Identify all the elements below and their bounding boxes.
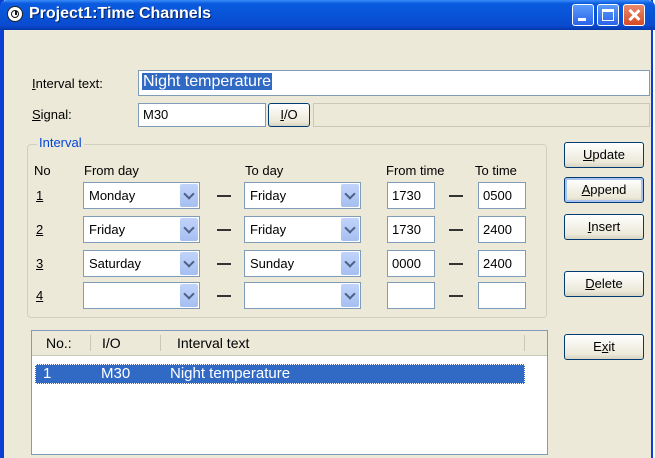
time-channels-window: Project1:Time Channels Interval text: Ni…	[0, 0, 655, 458]
chevron-down-icon[interactable]	[341, 218, 359, 241]
chevron-down-icon[interactable]	[341, 184, 359, 207]
from-time-input[interactable]	[387, 282, 435, 309]
from-day-select[interactable]: Saturday	[83, 250, 200, 277]
header-no: No	[34, 163, 51, 178]
range-dash	[217, 195, 231, 197]
signal-input[interactable]: M30	[138, 103, 266, 127]
chevron-down-icon[interactable]	[341, 252, 359, 275]
header-to-day: To day	[245, 163, 284, 178]
window-title: Project1:Time Channels	[29, 5, 211, 22]
row-number: 1	[36, 188, 44, 203]
insert-button[interactable]: Insert	[564, 214, 644, 240]
minimize-button[interactable]	[572, 4, 594, 26]
header-from-day: From day	[84, 163, 139, 178]
from-time-input[interactable]: 1730	[387, 182, 435, 209]
column-divider[interactable]	[160, 335, 161, 351]
chevron-down-icon[interactable]	[341, 284, 359, 307]
column-header-io[interactable]: I/O	[102, 335, 121, 351]
time-channel-list[interactable]: No.: I/O Interval text 1 M30 Night tempe…	[31, 330, 548, 455]
range-dash	[217, 263, 231, 265]
from-day-select[interactable]: Monday	[83, 182, 200, 209]
row-number: 2	[36, 222, 44, 237]
to-day-select[interactable]: Sunday	[244, 250, 361, 277]
to-time-input[interactable]: 2400	[478, 216, 526, 243]
header-to-time: To time	[475, 163, 517, 178]
title-bar[interactable]: Project1:Time Channels	[0, 0, 655, 30]
list-cell-text: Night temperature	[170, 365, 291, 382]
to-time-input[interactable]: 0500	[478, 182, 526, 209]
column-header-interval-text[interactable]: Interval text	[177, 335, 249, 351]
chevron-down-icon[interactable]	[180, 218, 198, 241]
range-dash	[217, 295, 231, 297]
column-divider[interactable]	[90, 335, 91, 351]
exit-button[interactable]: Exit	[564, 334, 644, 360]
delete-button[interactable]: Delete	[564, 271, 644, 297]
header-from-time: From time	[386, 163, 445, 178]
from-day-select[interactable]: Friday	[83, 216, 200, 243]
row-number: 3	[36, 256, 44, 271]
chevron-down-icon[interactable]	[180, 184, 198, 207]
signal-label: Signal:	[32, 107, 72, 122]
list-item[interactable]: 1 M30 Night temperature	[35, 364, 525, 384]
to-day-select[interactable]: Friday	[244, 182, 361, 209]
maximize-button[interactable]	[597, 4, 619, 26]
chevron-down-icon[interactable]	[180, 284, 198, 307]
interval-text-label: Interval text:	[32, 76, 103, 91]
range-dash	[217, 229, 231, 231]
to-time-input[interactable]: 2400	[478, 250, 526, 277]
column-divider[interactable]	[524, 335, 525, 351]
range-dash	[449, 229, 463, 231]
io-description-field	[313, 103, 650, 127]
chevron-down-icon[interactable]	[180, 252, 198, 275]
column-header-no[interactable]: No.:	[46, 335, 72, 351]
from-day-select[interactable]	[83, 282, 200, 309]
range-dash	[449, 263, 463, 265]
from-time-input[interactable]: 1730	[387, 216, 435, 243]
to-day-select[interactable]	[244, 282, 361, 309]
range-dash	[449, 295, 463, 297]
interval-text-input[interactable]: Night temperature	[138, 70, 650, 96]
range-dash	[449, 195, 463, 197]
close-button[interactable]	[623, 4, 645, 26]
list-cell-no: 1	[43, 365, 52, 382]
list-header: No.: I/O Interval text	[32, 331, 547, 356]
list-cell-io: M30	[101, 365, 131, 382]
row-number: 4	[36, 288, 44, 303]
to-day-select[interactable]: Friday	[244, 216, 361, 243]
from-time-input[interactable]: 0000	[387, 250, 435, 277]
append-button[interactable]: Append	[564, 177, 644, 203]
update-button[interactable]: Update	[564, 142, 644, 168]
io-button[interactable]: I/O	[268, 103, 310, 127]
clock-icon	[7, 6, 23, 22]
interval-group-title: Interval	[37, 135, 84, 150]
to-time-input[interactable]	[478, 282, 526, 309]
